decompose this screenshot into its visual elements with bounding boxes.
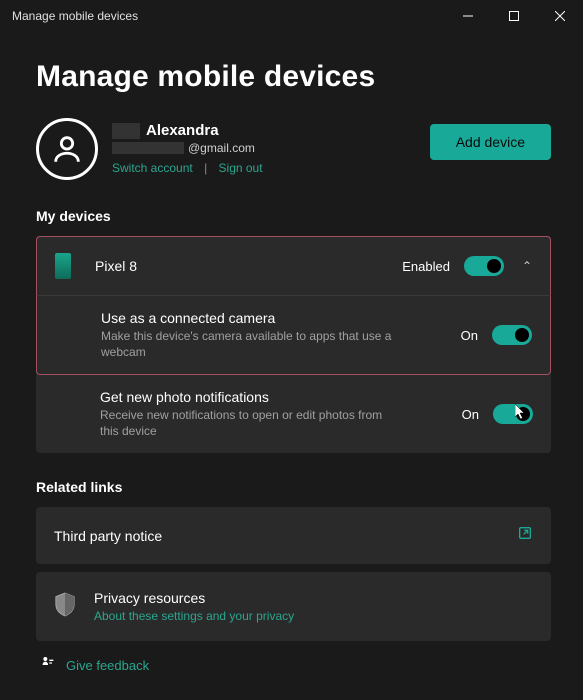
shield-icon: [54, 591, 76, 622]
sign-out-link[interactable]: Sign out: [219, 161, 263, 175]
photos-setting-row: Get new photo notifications Receive new …: [36, 375, 551, 453]
photos-title: Get new photo notifications: [100, 389, 462, 405]
photos-toggle[interactable]: [493, 404, 533, 424]
devices-section-label: My devices: [36, 208, 551, 224]
device-enable-toggle[interactable]: [464, 256, 504, 276]
account-name: Alexandra: [146, 122, 219, 139]
switch-account-link[interactable]: Switch account: [112, 161, 193, 175]
minimize-button[interactable]: [445, 0, 491, 32]
window-title: Manage mobile devices: [12, 9, 445, 23]
privacy-title: Privacy resources: [94, 590, 533, 606]
titlebar: Manage mobile devices: [0, 0, 583, 32]
avatar: [36, 118, 98, 180]
person-icon: [50, 132, 84, 166]
privacy-desc: About these settings and your privacy: [94, 609, 533, 623]
third-party-title: Third party notice: [54, 528, 517, 544]
add-device-button[interactable]: Add device: [430, 124, 551, 160]
phone-icon: [55, 253, 71, 279]
related-section-label: Related links: [36, 479, 551, 495]
camera-setting-row: Use as a connected camera Make this devi…: [36, 295, 551, 375]
camera-title: Use as a connected camera: [101, 310, 461, 326]
close-button[interactable]: [537, 0, 583, 32]
name-redacted: [112, 123, 140, 139]
email-redacted: [112, 142, 184, 154]
give-feedback-link[interactable]: Give feedback: [66, 658, 149, 673]
account-email-suffix: @gmail.com: [188, 141, 255, 155]
account-row: Alexandra @gmail.com Switch account | Si…: [36, 118, 551, 180]
feedback-icon: [40, 655, 56, 676]
privacy-resources-link[interactable]: Privacy resources About these settings a…: [36, 572, 551, 641]
camera-state: On: [461, 328, 478, 343]
third-party-notice-link[interactable]: Third party notice: [36, 507, 551, 564]
camera-toggle[interactable]: [492, 325, 532, 345]
device-card: Pixel 8 Enabled ⌃ Use as a connected cam…: [36, 236, 551, 453]
camera-desc: Make this device's camera available to a…: [101, 329, 401, 360]
chevron-up-icon[interactable]: ⌃: [522, 259, 532, 273]
window-controls: [445, 0, 583, 32]
page-title: Manage mobile devices: [36, 60, 551, 94]
device-header[interactable]: Pixel 8 Enabled ⌃: [36, 236, 551, 295]
device-status: Enabled: [402, 259, 450, 274]
maximize-button[interactable]: [491, 0, 537, 32]
device-name: Pixel 8: [95, 258, 402, 274]
photos-desc: Receive new notifications to open or edi…: [100, 408, 400, 439]
external-link-icon: [517, 525, 533, 546]
photos-state: On: [462, 407, 479, 422]
separator: |: [204, 161, 207, 175]
